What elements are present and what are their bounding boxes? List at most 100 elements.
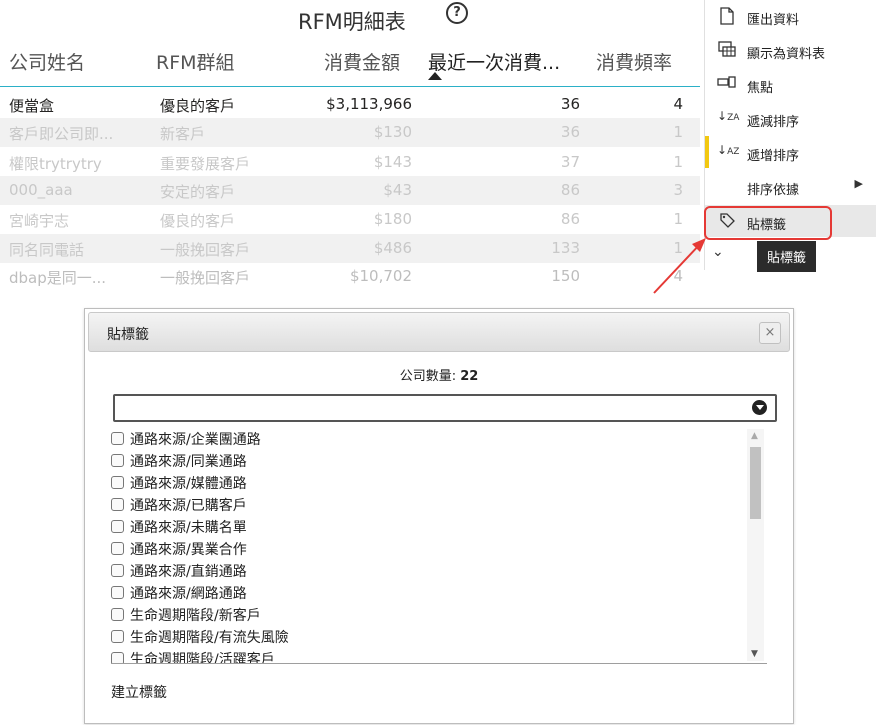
dialog-title: 貼標籤 <box>107 327 149 343</box>
checkbox[interactable] <box>111 454 124 467</box>
tag-option-label: 生命週期階段/活躍客戶 <box>130 652 275 663</box>
tag-option[interactable]: 通路來源/媒體通路 <box>111 473 741 495</box>
tag-option[interactable]: 通路來源/同業通路 <box>111 451 741 473</box>
visual-title: RFM明細表 <box>298 10 406 34</box>
tag-option-label: 通路來源/網路通路 <box>130 586 247 602</box>
cell-company: 便當盒 <box>9 97 55 115</box>
cell-rfm-group: 一般挽回客戶 <box>160 241 251 259</box>
table-row[interactable]: 客戶即公司即... 新客戶 $130 36 1 <box>0 118 700 147</box>
tag-option-label: 生命週期階段/有流失風險 <box>130 630 289 646</box>
help-icon[interactable]: ? <box>446 2 468 24</box>
tag-option-list: 通路來源/企業團通路 通路來源/同業通路 通路來源/媒體通路 通路來源/已購客戶… <box>111 429 741 663</box>
tag-option-label: 通路來源/已購客戶 <box>130 498 247 514</box>
menu-item-show-as-table[interactable]: 顯示為資料表 <box>705 34 876 66</box>
tag-option-label: 通路來源/未購名單 <box>130 520 247 536</box>
column-header-frequency[interactable]: 消費頻率 <box>596 48 672 75</box>
column-header-company[interactable]: 公司姓名 <box>9 48 85 75</box>
menu-label: 遞增排序 <box>747 149 800 164</box>
checkbox[interactable] <box>111 542 124 555</box>
cell-company: 000_aaa <box>9 181 73 199</box>
table-row[interactable]: 便當盒 優良的客戶 $3,113,966 36 4 <box>0 90 700 119</box>
column-header-recency[interactable]: 最近一次消費... <box>428 48 560 75</box>
create-tag-link[interactable]: 建立標籤 <box>111 682 167 702</box>
cell-recency: 133 <box>551 239 580 257</box>
dialog-divider <box>111 663 767 664</box>
checkbox[interactable] <box>111 432 124 445</box>
column-header-amount[interactable]: 消費金額 <box>324 48 400 75</box>
checkbox[interactable] <box>111 520 124 533</box>
company-count-value: 22 <box>460 369 479 384</box>
checkbox[interactable] <box>111 652 124 663</box>
cell-amount: $486 <box>373 239 412 257</box>
cell-rfm-group: 安定的客戶 <box>160 183 236 201</box>
sort-ascending-indicator-icon <box>428 72 442 80</box>
tag-list-scrollbar[interactable]: ▲ ▼ <box>747 429 764 661</box>
tag-option[interactable]: 通路來源/企業團通路 <box>111 429 741 451</box>
menu-label: 遞減排序 <box>747 115 800 130</box>
cell-company: 宮崎宇志 <box>9 212 70 230</box>
tag-dialog: 貼標籤 × 公司數量: 22 通路來源/企業團通路 通路來源/同業通路 通路來源… <box>84 308 794 724</box>
tooltip: 貼標籤 <box>757 241 817 272</box>
table-row[interactable]: 宮崎宇志 優良的客戶 $180 86 1 <box>0 205 700 234</box>
tag-option[interactable]: 通路來源/直銷通路 <box>111 561 741 583</box>
menu-label: 排序依據 <box>747 183 800 198</box>
cell-company: dbap是同一... <box>9 269 107 287</box>
tag-option[interactable]: 通路來源/未購名單 <box>111 517 741 539</box>
tag-option[interactable]: 生命週期階段/有流失風險 <box>111 627 741 649</box>
tag-option-label: 通路來源/企業團通路 <box>130 432 261 448</box>
cell-recency: 36 <box>560 123 580 141</box>
tag-option[interactable]: 通路來源/異業合作 <box>111 539 741 561</box>
tag-option-label: 通路來源/同業通路 <box>130 454 247 470</box>
scrollbar-thumb[interactable] <box>750 447 761 519</box>
cell-amount: $180 <box>373 210 412 228</box>
checkbox[interactable] <box>111 564 124 577</box>
cell-recency: 36 <box>560 95 580 113</box>
checkbox[interactable] <box>111 630 124 643</box>
header-divider <box>0 86 700 87</box>
cell-company: 客戶即公司即... <box>9 125 114 143</box>
menu-item-sort-ascending[interactable]: ↓AZ 遞增排序 <box>705 136 876 168</box>
dropdown-icon[interactable] <box>752 400 767 415</box>
company-count: 公司數量: 22 <box>85 365 793 384</box>
table-row[interactable]: 權限trytrytry 重要發展客戶 $143 37 1 <box>0 148 700 177</box>
cell-frequency: 3 <box>673 181 683 199</box>
table-icon <box>717 41 737 61</box>
cell-amount: $143 <box>373 153 412 171</box>
cell-amount: $3,113,966 <box>326 95 412 113</box>
tag-filter-input[interactable] <box>113 394 777 422</box>
table-row[interactable]: 同名同電話 一般挽回客戶 $486 133 1 <box>0 234 700 263</box>
cell-recency: 37 <box>560 153 580 171</box>
checkbox[interactable] <box>111 476 124 489</box>
cell-frequency: 1 <box>673 210 683 228</box>
cell-frequency: 1 <box>673 123 683 141</box>
tag-option-label: 通路來源/媒體通路 <box>130 476 247 492</box>
checkbox[interactable] <box>111 608 124 621</box>
tag-option-label: 通路來源/異業合作 <box>130 542 247 558</box>
cell-company: 權限trytrytry <box>9 155 102 173</box>
annotation-highlight-box <box>704 206 832 240</box>
checkbox[interactable] <box>111 498 124 511</box>
cell-rfm-group: 一般挽回客戶 <box>160 269 251 287</box>
column-header-rfm-group[interactable]: RFM群組 <box>156 48 235 75</box>
menu-item-focus[interactable]: 焦點 <box>705 68 876 100</box>
menu-label: 顯示為資料表 <box>747 47 826 62</box>
cell-rfm-group: 重要發展客戶 <box>160 155 251 173</box>
cell-rfm-group: 新客戶 <box>160 125 206 143</box>
tag-option[interactable]: 生命週期階段/新客戶 <box>111 605 741 627</box>
tag-option[interactable]: 通路來源/網路通路 <box>111 583 741 605</box>
menu-item-export-data[interactable]: 匯出資料 <box>705 0 876 32</box>
menu-item-sort-descending[interactable]: ↓ZA 遞減排序 <box>705 102 876 134</box>
cell-recency: 86 <box>560 181 580 199</box>
checkbox[interactable] <box>111 586 124 599</box>
tag-option-label: 通路來源/直銷通路 <box>130 564 247 580</box>
scroll-up-icon[interactable]: ▲ <box>751 431 758 441</box>
cell-frequency: 4 <box>673 95 683 113</box>
menu-item-sort-by[interactable]: 排序依據 ▶ <box>705 170 876 202</box>
tag-option[interactable]: 生命週期階段/活躍客戶 <box>111 649 741 663</box>
table-row[interactable]: 000_aaa 安定的客戶 $43 86 3 <box>0 176 700 205</box>
scroll-down-icon[interactable]: ▼ <box>751 649 758 659</box>
close-icon[interactable]: × <box>759 322 781 344</box>
focus-icon <box>717 75 737 93</box>
table-row[interactable]: dbap是同一... 一般挽回客戶 $10,702 150 4 <box>0 262 700 290</box>
tag-option[interactable]: 通路來源/已購客戶 <box>111 495 741 517</box>
